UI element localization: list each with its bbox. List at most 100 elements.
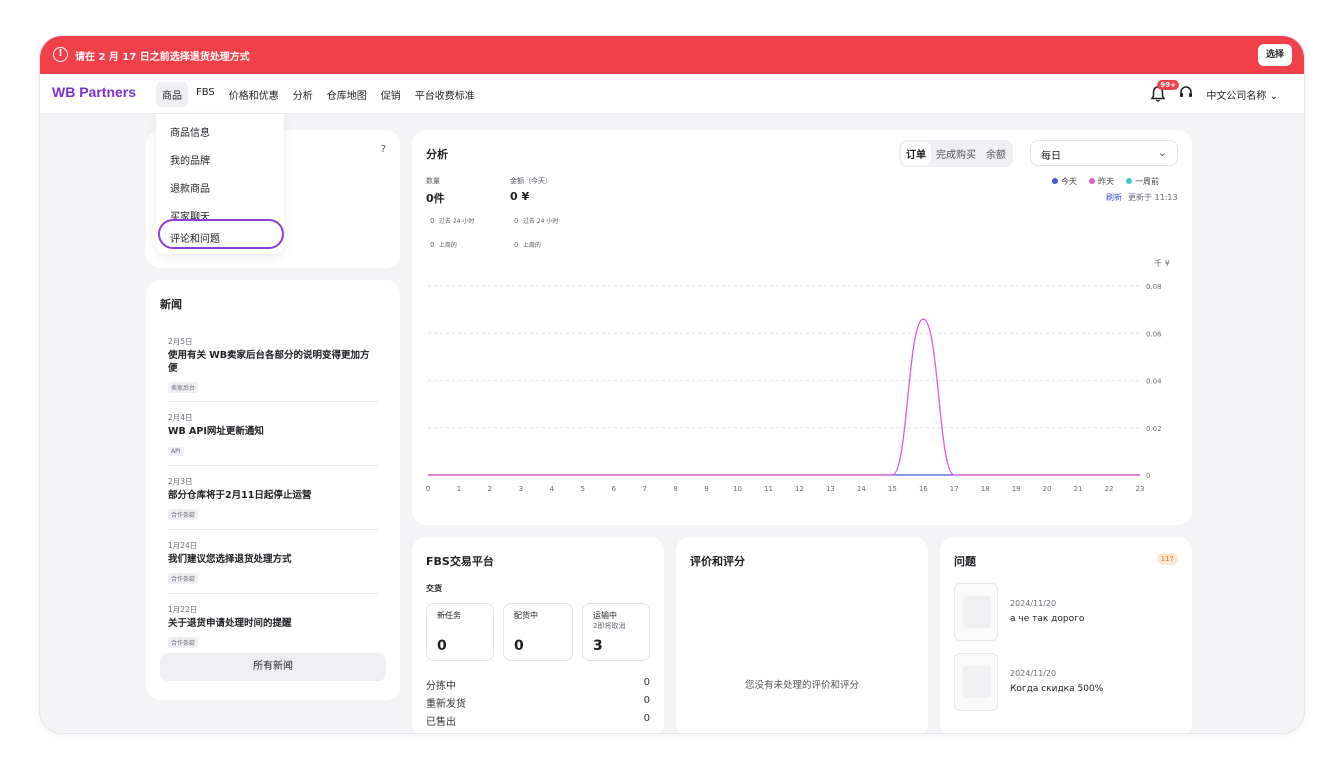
reviews-card: 评价和评分 您没有未处理的评价和评分	[676, 537, 928, 733]
in-transit-box[interactable]: 运输中 2即将取消 3	[582, 603, 650, 661]
nav-item-products[interactable]: 商品	[156, 82, 188, 107]
question-date: 2024/11/20	[1010, 669, 1057, 678]
fbs-row[interactable]: 已售出 0	[426, 713, 650, 728]
period-select[interactable]: 每日 ⌄	[1030, 140, 1178, 166]
news-title-text: 关于退货申请处理时间的提醒	[168, 618, 292, 629]
qty-value: 0件	[426, 192, 445, 205]
news-item[interactable]: 1月24日 我们建议您选择退货处理方式 合作条款	[168, 540, 378, 585]
questions-card: 问题 117 2024/11/20 а че так дорого 2024/1…	[940, 537, 1192, 733]
news-title: 新闻	[160, 298, 182, 311]
row-label: 分拣中	[426, 681, 456, 692]
period-value: 每日	[1041, 151, 1061, 162]
amt-24h-value: 0	[514, 217, 519, 225]
refresh-row: 刷新 更新于 11:13	[1106, 192, 1178, 203]
tab-balance[interactable]: 余额	[981, 142, 1011, 165]
chart-legend: 今天 昨天 一周前	[1052, 176, 1159, 187]
dropdown-item-refund-products[interactable]: 退款商品	[170, 180, 210, 195]
news-date: 2月5日	[168, 337, 193, 346]
news-title-text: 部分仓库将于2月11日起停止运营	[168, 490, 312, 501]
nav-item-analytics[interactable]: 分析	[287, 82, 319, 107]
dropdown-item-my-brands[interactable]: 我的品牌	[170, 152, 210, 167]
box-label: 运输中	[593, 611, 617, 620]
news-date: 1月22日	[168, 605, 198, 614]
x-tick-label: 0	[426, 485, 430, 493]
box-sublabel: 2即将取消	[593, 622, 626, 630]
question-item[interactable]: 2024/11/20 Когда скидка 500%	[954, 653, 1174, 715]
x-tick-label: 10	[733, 485, 742, 493]
x-tick-label: 9	[704, 485, 708, 493]
nav-item-promotions[interactable]: 促销	[375, 82, 407, 107]
alert-banner: ! 请在 2 月 17 日之前选择退货处理方式 选择	[40, 36, 1304, 74]
nav-menu: 商品 FBS 价格和优惠 分析 仓库地图 促销 平台收费标准	[156, 82, 481, 107]
nav-right: 99+ 中文公司名称 ⌄	[1150, 80, 1278, 104]
logo[interactable]: WB Partners	[52, 84, 136, 100]
amount-value: 0 ¥	[510, 190, 530, 203]
headset-icon[interactable]	[1178, 84, 1194, 104]
box-value: 0	[514, 638, 524, 654]
x-tick-label: 7	[642, 485, 646, 493]
row-value: 0	[643, 713, 650, 724]
top-nav: WB Partners 商品 FBS 价格和优惠 分析 仓库地图 促销 平台收费…	[40, 74, 1304, 114]
amt-week-value: 0	[514, 241, 519, 249]
news-item[interactable]: 2月5日 使用有关 WB卖家后台各部分的说明变得更加方便 卖家后台	[168, 336, 378, 394]
dropdown-item-reviews-questions[interactable]: 评论和问题	[170, 230, 220, 245]
x-tick-label: 21	[1074, 485, 1083, 493]
chevron-down-icon: ⌄	[1269, 90, 1278, 102]
divider	[168, 529, 378, 530]
nav-item-prices[interactable]: 价格和优惠	[223, 82, 285, 107]
fbs-card: FBS交易平台 交货 新任务 0 配货中 0 运输中 2即将取消 3 分拣中 0 …	[412, 537, 664, 733]
legend-yesterday-label: 昨天	[1098, 177, 1114, 186]
news-tag: 卖家后台	[168, 382, 199, 393]
x-tick-label: 3	[519, 485, 523, 493]
news-item[interactable]: 1月22日 关于退货申请处理时间的提醒 合作条款	[168, 604, 378, 649]
assembling-box[interactable]: 配货中 0	[503, 603, 573, 661]
y-tick-label: 0.06	[1146, 330, 1162, 338]
x-tick-label: 22	[1105, 485, 1114, 493]
news-item[interactable]: 2月4日 WB API网址更新通知 API	[168, 412, 378, 457]
amt-24h: 0 过去 24 小时	[514, 216, 558, 225]
all-news-button[interactable]: 所有新闻	[160, 653, 386, 681]
dropdown-item-product-info[interactable]: 商品信息	[170, 124, 210, 139]
fbs-row[interactable]: 分拣中 0	[426, 677, 650, 692]
news-date: 2月4日	[168, 413, 193, 422]
amt-week: 0 上周的	[514, 240, 541, 249]
nav-item-fbs[interactable]: FBS	[190, 82, 221, 107]
tab-purchases[interactable]: 完成购买	[931, 142, 981, 165]
row-label: 已售出	[426, 717, 456, 728]
tab-orders[interactable]: 订单	[901, 142, 931, 165]
product-thumbnail	[954, 653, 998, 711]
question-item[interactable]: 2024/11/20 а че так дорого	[954, 583, 1174, 645]
fbs-row[interactable]: 重新发货 0	[426, 695, 650, 710]
news-item[interactable]: 2月3日 部分仓库将于2月11日起停止运营 合作条款	[168, 476, 378, 521]
y-tick-label: 0.04	[1146, 378, 1162, 386]
legend-today: 今天	[1052, 176, 1077, 187]
legend-yesterday: 昨天	[1089, 176, 1114, 187]
legend-week-ago-label: 一周前	[1135, 177, 1159, 186]
company-selector[interactable]: 中文公司名称 ⌄	[1206, 87, 1278, 102]
app-window: ! 请在 2 月 17 日之前选择退货处理方式 选择 WB Partners 商…	[40, 36, 1304, 733]
analytics-card: 分析 订单 完成购买 余额 每日 ⌄ 数量 0件 金额（今天） 0 ¥ 0 过去…	[412, 130, 1192, 525]
x-tick-label: 20	[1043, 485, 1052, 493]
x-tick-label: 6	[612, 485, 617, 493]
questions-title: 问题	[954, 555, 976, 568]
reviews-empty-text: 您没有未处理的评价和评分	[744, 680, 859, 691]
refresh-link[interactable]: 刷新	[1106, 193, 1122, 202]
x-tick-label: 18	[981, 485, 990, 493]
y-tick-label: 0	[1146, 472, 1150, 480]
series-line-昨天	[427, 318, 1140, 476]
question-date: 2024/11/20	[1010, 599, 1057, 608]
help-icon[interactable]: ?	[381, 144, 386, 155]
new-tasks-box[interactable]: 新任务 0	[426, 603, 494, 661]
products-dropdown: 商品信息 我的品牌 退款商品 买家聊天 评论和问题	[156, 114, 284, 254]
bell-icon[interactable]: 99+	[1150, 80, 1180, 103]
updated-time: 更新于 11:13	[1128, 193, 1178, 202]
nav-item-fees[interactable]: 平台收费标准	[409, 82, 481, 107]
box-value: 3	[593, 638, 603, 654]
news-tag: 合作条款	[168, 509, 199, 520]
nav-item-warehouse-map[interactable]: 仓库地图	[321, 82, 373, 107]
x-tick-label: 16	[919, 485, 928, 493]
choose-button[interactable]: 选择	[1257, 44, 1292, 66]
news-tag: API	[168, 447, 184, 456]
tshirt-image	[963, 666, 991, 698]
qty-week: 0 上周的	[430, 240, 457, 249]
